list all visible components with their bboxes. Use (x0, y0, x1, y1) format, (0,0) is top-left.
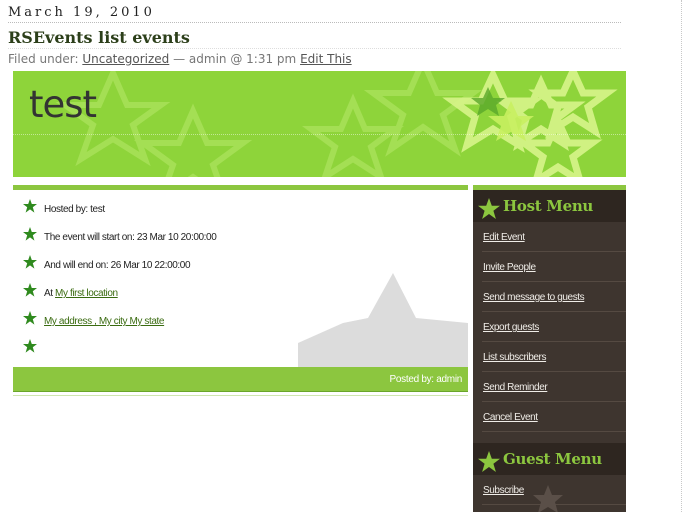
detail-text: And will end on: 26 Mar 10 22:00:00 (44, 260, 191, 271)
star-icon (478, 198, 500, 219)
details-star-decoration (298, 273, 468, 369)
address-link[interactable]: My address , My city My state (44, 316, 165, 327)
event-title: test (29, 83, 97, 126)
post-meta: Filed under: Uncategorized — admin @ 1:3… (8, 52, 352, 66)
banner-stars-decoration (55, 71, 618, 177)
details-footer-bar: Posted by: admin (13, 367, 468, 392)
sidebar-star-decoration (533, 485, 563, 512)
details-top-bar (13, 185, 468, 190)
menu-item-cancel-event[interactable]: Cancel Event (482, 402, 626, 432)
star-bullet-icon (23, 255, 37, 269)
host-menu-list: Edit Event Invite People Send message to… (473, 222, 626, 432)
menu-item-list-subscribers[interactable]: List subscribers (482, 342, 626, 372)
menu-item-invite-people[interactable]: Invite People (482, 252, 626, 282)
banner-divider (13, 134, 626, 135)
guest-menu-header: Guest Menu (473, 443, 626, 475)
star-bullet-icon (23, 283, 37, 297)
sidebar-menu: Host Menu Edit Event Invite People Send … (473, 185, 626, 512)
post-author-time: — admin @ 1:31 pm (173, 52, 297, 66)
event-details-panel: Hosted by: test The event will start on:… (13, 185, 468, 397)
guest-menu-title: Guest Menu (503, 450, 602, 468)
posted-by: Posted by: admin (389, 374, 463, 385)
detail-text: The event will start on: 23 Mar 10 20:00… (44, 232, 217, 243)
post-title[interactable]: RSEvents list events (8, 28, 621, 49)
star-bullet-icon (23, 311, 37, 325)
edit-this-link[interactable]: Edit This (300, 52, 352, 66)
menu-item-send-message[interactable]: Send message to guests (482, 282, 626, 312)
host-menu-header: Host Menu (473, 190, 626, 222)
category-link[interactable]: Uncategorized (82, 52, 169, 66)
menu-item-edit-event[interactable]: Edit Event (482, 222, 626, 252)
event-banner: test (13, 71, 626, 177)
star-bullet-icon (23, 227, 37, 241)
detail-location-prefix: At (44, 288, 56, 299)
host-menu-title: Host Menu (503, 197, 594, 215)
location-link[interactable]: My first location (55, 288, 118, 299)
star-bullet-icon (23, 199, 37, 213)
page-edge-divider (681, 0, 682, 512)
menu-item-send-reminder[interactable]: Send Reminder (482, 372, 626, 402)
star-icon (478, 451, 500, 472)
filed-under-label: Filed under: (8, 52, 79, 66)
details-bottom-line (13, 395, 468, 396)
post-date: March 19, 2010 (8, 4, 621, 23)
star-bullet-icon (23, 339, 37, 353)
detail-text: Hosted by: test (44, 204, 105, 215)
menu-item-export-guests[interactable]: Export guests (482, 312, 626, 342)
